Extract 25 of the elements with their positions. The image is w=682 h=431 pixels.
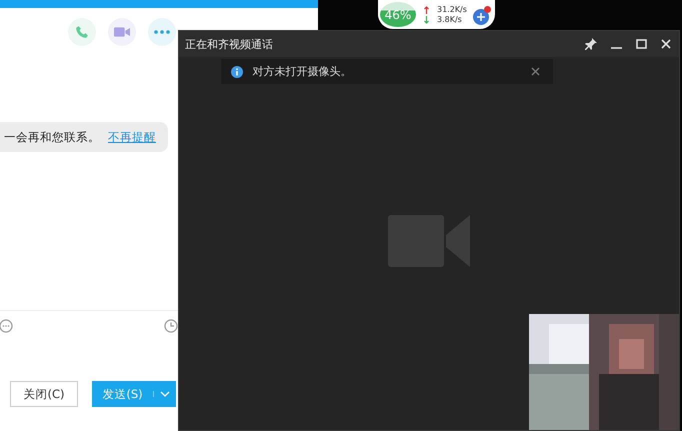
memory-gauge[interactable]: 46%	[378, 0, 418, 29]
upload-speed: 31.2K/s	[437, 5, 467, 14]
send-button[interactable]: 发送(S)	[92, 381, 176, 407]
maximize-icon[interactable]	[636, 39, 647, 49]
plus-icon[interactable]	[476, 12, 485, 20]
more-button[interactable]	[148, 18, 176, 46]
pin-icon[interactable]	[585, 38, 597, 50]
close-button[interactable]: 关闭(C)	[10, 381, 78, 407]
download-speed: 3.8K/s	[437, 15, 462, 24]
download-arrow-icon	[424, 16, 429, 24]
notice-text: 对方未打开摄像头。	[252, 64, 352, 79]
clock-icon[interactable]	[164, 319, 178, 333]
window-title: 正在和齐视频通话	[185, 36, 274, 52]
video-camera-icon	[114, 26, 130, 38]
pin-button[interactable]	[582, 35, 600, 53]
message-text: 一会再和您联系。	[4, 130, 100, 144]
video-button[interactable]	[108, 18, 136, 46]
upload-arrow-icon	[424, 6, 429, 14]
phone-icon	[75, 25, 89, 39]
caret-icon[interactable]	[160, 391, 170, 397]
maximize-button[interactable]	[633, 36, 650, 52]
info-icon	[230, 66, 242, 78]
more-icon	[154, 30, 170, 34]
dismiss-link[interactable]: 不再提醒	[108, 130, 156, 144]
plus-button[interactable]	[472, 8, 489, 24]
